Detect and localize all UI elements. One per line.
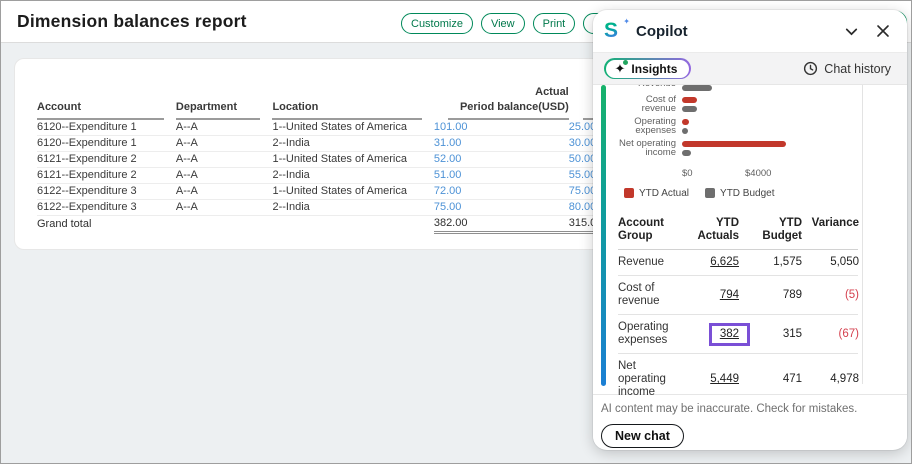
location-column-header: Location bbox=[272, 99, 433, 120]
ytd-actuals-link[interactable]: 5,449 bbox=[710, 373, 739, 385]
clock-icon bbox=[803, 61, 818, 76]
close-icon[interactable] bbox=[875, 23, 891, 39]
chevron-down-icon[interactable] bbox=[843, 23, 860, 40]
ytd-budget-swatch bbox=[705, 188, 715, 198]
insight-table-row: Revenue 6,625 1,575 5,050 bbox=[618, 250, 858, 276]
app-screen: Dimension balances report Customize View… bbox=[0, 0, 912, 464]
department-cell: A--A bbox=[176, 120, 273, 136]
copilot-title: Copilot bbox=[636, 23, 688, 40]
actual-bar bbox=[682, 141, 786, 147]
actual-bar bbox=[682, 119, 689, 125]
ytd-bar-chart: Revenue Cost of revenue Operating expens… bbox=[618, 85, 858, 166]
balance-link[interactable]: 52.00 bbox=[434, 153, 462, 165]
view-button[interactable]: View bbox=[481, 13, 525, 34]
chart-row: Revenue bbox=[618, 85, 858, 91]
balance-link[interactable]: 31.00 bbox=[434, 137, 462, 149]
insight-table-header: Account Group YTD Actuals YTD Budget Var… bbox=[618, 211, 858, 250]
new-chat-button[interactable]: New chat bbox=[601, 424, 684, 448]
chart-row: Operating expenses bbox=[618, 117, 858, 135]
actual-balance-cell: 51.00 bbox=[434, 168, 569, 184]
department-cell: A--A bbox=[176, 168, 273, 184]
print-button[interactable]: Print bbox=[533, 13, 576, 34]
actual-balance-column-header: Period balance(USD) bbox=[434, 99, 569, 120]
chart-row: Net operating income bbox=[618, 139, 858, 157]
insight-table: Account Group YTD Actuals YTD Budget Var… bbox=[618, 211, 858, 405]
insight-table-row: Net operating income 5,449 471 4,978 bbox=[618, 354, 858, 405]
ytd-actuals-link[interactable]: 382 bbox=[720, 328, 739, 340]
account-cell: 6121--Expenditure 2 bbox=[37, 168, 176, 184]
grand-total-actual: 382.00 bbox=[434, 216, 569, 233]
budget-bar bbox=[682, 128, 688, 134]
balance-link[interactable]: 75.00 bbox=[434, 201, 462, 213]
copilot-panel: S✦ Copilot ✦ Insights bbox=[593, 10, 907, 450]
insight-table-row: Cost of revenue 794 789 (5) bbox=[618, 276, 858, 315]
sparkle-icon: ✦ bbox=[615, 62, 626, 75]
balance-link[interactable]: 72.00 bbox=[434, 185, 462, 197]
location-cell: 1--United States of America bbox=[272, 184, 433, 200]
department-cell: A--A bbox=[176, 152, 273, 168]
account-cell: 6120--Expenditure 1 bbox=[37, 120, 176, 136]
budget-bar bbox=[682, 106, 697, 112]
toolbar: Customize View Print F bbox=[401, 13, 617, 34]
location-cell: 2--India bbox=[272, 200, 433, 216]
actual-balance-cell: 52.00 bbox=[434, 152, 569, 168]
copilot-header: S✦ Copilot bbox=[593, 10, 907, 52]
actual-balance-cell: 31.00 bbox=[434, 136, 569, 152]
location-cell: 1--United States of America bbox=[272, 152, 433, 168]
ytd-actuals-link[interactable]: 6,625 bbox=[710, 256, 739, 268]
customize-button[interactable]: Customize bbox=[401, 13, 473, 34]
chart-legend: YTD Actual YTD Budget bbox=[624, 187, 858, 199]
insight-accent-bar bbox=[601, 85, 606, 386]
insight-table-row: Operating expenses 382 315 (67) bbox=[618, 315, 858, 354]
account-cell: 6122--Expenditure 3 bbox=[37, 200, 176, 216]
location-cell: 2--India bbox=[272, 168, 433, 184]
location-cell: 2--India bbox=[272, 136, 433, 152]
chart-row: Cost of revenue bbox=[618, 95, 858, 113]
sage-copilot-logo-icon: S✦ bbox=[604, 19, 628, 43]
insight-card: Revenue Cost of revenue Operating expens… bbox=[593, 85, 907, 394]
insights-button[interactable]: ✦ Insights bbox=[604, 58, 691, 79]
budget-bar bbox=[682, 150, 691, 156]
actual-balance-cell: 72.00 bbox=[434, 184, 569, 200]
ytd-actuals-link[interactable]: 794 bbox=[720, 289, 739, 301]
location-cell: 1--United States of America bbox=[272, 120, 433, 136]
actual-balance-cell: 101.00 bbox=[434, 120, 569, 136]
chat-history-button[interactable]: Chat history bbox=[803, 61, 891, 76]
account-cell: 6121--Expenditure 2 bbox=[37, 152, 176, 168]
ytd-actual-swatch bbox=[624, 188, 634, 198]
department-cell: A--A bbox=[176, 136, 273, 152]
chart-x-axis: $0 $4000 bbox=[682, 168, 858, 179]
actual-balance-cell: 75.00 bbox=[434, 200, 569, 216]
scrollbar-track[interactable] bbox=[862, 85, 863, 384]
balance-link[interactable]: 51.00 bbox=[434, 169, 462, 181]
balance-link[interactable]: 101.00 bbox=[434, 121, 468, 133]
actual-group-header: Actual bbox=[434, 85, 569, 99]
grand-total-label: Grand total bbox=[37, 216, 176, 233]
page-title: Dimension balances report bbox=[17, 11, 247, 32]
department-cell: A--A bbox=[176, 184, 273, 200]
account-cell: 6120--Expenditure 1 bbox=[37, 136, 176, 152]
copilot-subheader: ✦ Insights Chat history bbox=[593, 52, 907, 85]
actual-bar bbox=[682, 97, 697, 103]
budget-bar bbox=[682, 85, 712, 91]
account-cell: 6122--Expenditure 3 bbox=[37, 184, 176, 200]
department-column-header: Department bbox=[176, 99, 273, 120]
account-column-header: Account bbox=[37, 99, 176, 120]
department-cell: A--A bbox=[176, 200, 273, 216]
